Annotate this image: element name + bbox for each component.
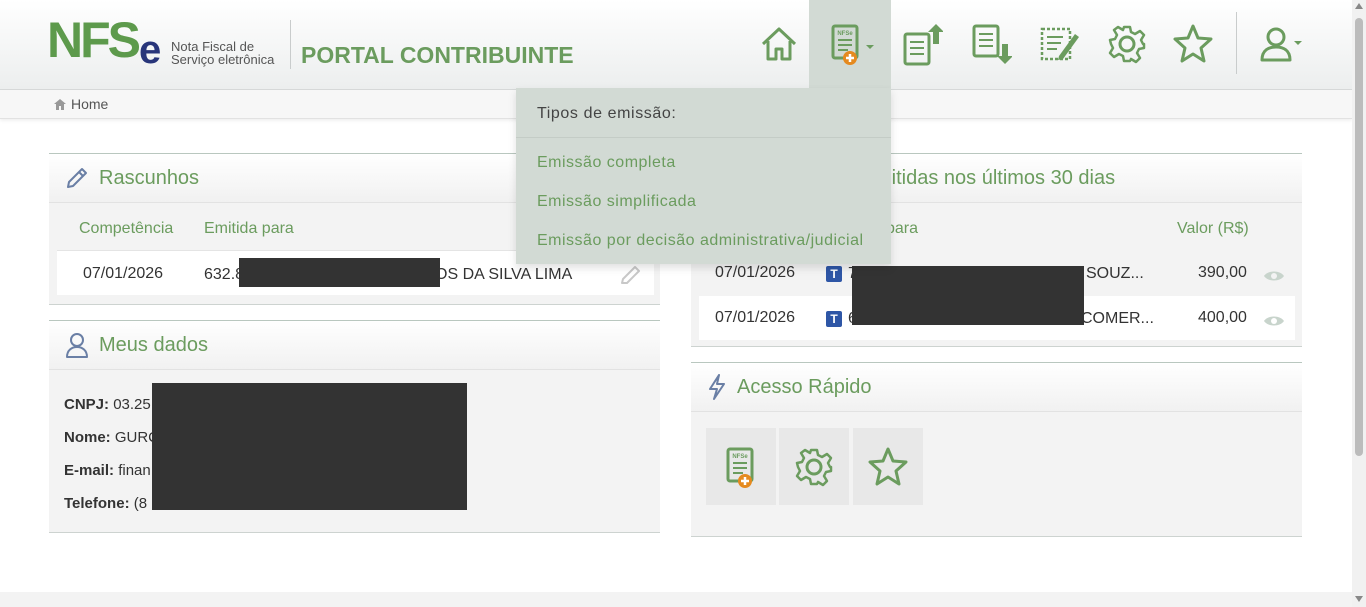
redacted-block <box>152 383 467 510</box>
logo-sub-line2: Serviço eletrônica <box>171 52 275 67</box>
field-telefone-label: Telefone: <box>64 495 130 512</box>
quick-favorites-button[interactable] <box>853 428 923 505</box>
row-suffix: COMER... <box>1081 310 1154 327</box>
dropdown-heading: Tipos de emissão: <box>537 105 677 122</box>
meus-dados-title: Meus dados <box>99 333 208 356</box>
meus-dados-header: Meus dados <box>49 321 660 370</box>
emitidas-title: mitidas nos últimos 30 dias <box>875 166 1116 189</box>
nav-emit-nfse-button[interactable]: NFSe <box>809 0 891 88</box>
type-badge: T <box>826 311 842 327</box>
user-chevron-down-icon <box>1294 41 1302 45</box>
pencil-icon <box>67 168 87 188</box>
col-valor: Valor (R$) <box>1177 220 1249 237</box>
redacted-block <box>239 258 440 287</box>
page-scrollbar[interactable] <box>1352 0 1366 607</box>
field-cnpj: CNPJ: 03.25 <box>64 388 159 421</box>
field-email: E-mail: finan <box>64 454 159 487</box>
star-icon <box>868 447 908 485</box>
quick-settings-button[interactable] <box>779 428 849 505</box>
nav-settings-button[interactable] <box>1097 14 1157 74</box>
row-valor: 400,00 <box>1198 309 1247 326</box>
nav-divider <box>1236 12 1237 74</box>
meus-dados-fields: CNPJ: 03.25 Nome: GURC E-mail: finan Tel… <box>64 388 159 520</box>
acesso-rapido-title: Acesso Rápido <box>737 375 872 398</box>
type-badge: T <box>826 266 842 282</box>
home-icon <box>761 27 797 61</box>
dropdown-divider <box>516 137 891 138</box>
field-nome: Nome: GURC <box>64 421 159 454</box>
redacted-block <box>852 266 1084 325</box>
eye-icon[interactable] <box>1263 269 1285 283</box>
logo-text: NFS <box>47 12 141 68</box>
footer-strip <box>0 592 1352 607</box>
nfse-add-icon: NFSe <box>726 447 754 488</box>
rascunhos-title: Rascunhos <box>99 166 200 189</box>
document-download-icon <box>972 24 1012 64</box>
col-competencia: Competência <box>79 220 174 237</box>
breadcrumb: Home <box>54 96 108 112</box>
nav-home-button[interactable] <box>749 14 809 74</box>
home-small-icon <box>54 98 66 110</box>
quick-emit-nfse-button[interactable]: NFSe <box>706 428 776 505</box>
menu-item-emissao-simplificada[interactable]: Emissão simplificada <box>537 193 696 211</box>
document-upload-icon <box>903 24 943 66</box>
portal-title: PORTAL CONTRIBUINTE <box>301 42 574 68</box>
eye-icon[interactable] <box>1263 314 1285 328</box>
menu-item-emissao-decisao[interactable]: Emissão por decisão administrativa/judic… <box>537 232 864 250</box>
emission-types-dropdown: Tipos de emissão: Emissão completa Emiss… <box>516 88 891 264</box>
field-cnpj-label: CNPJ: <box>64 396 110 413</box>
nav-user-button[interactable] <box>1248 14 1308 74</box>
field-email-label: E-mail: <box>64 462 115 479</box>
document-edit-icon <box>1040 27 1079 61</box>
nav-download-button[interactable] <box>960 14 1020 74</box>
field-nome-label: Nome: <box>64 429 111 446</box>
scroll-thumb[interactable] <box>1355 18 1363 456</box>
scroll-up-arrow-icon[interactable] <box>1355 3 1363 9</box>
lightning-icon <box>709 374 725 400</box>
header-divider <box>290 20 291 69</box>
gear-icon <box>795 448 833 486</box>
star-icon <box>1173 24 1213 63</box>
logo-subtitle: Nota Fiscal de Serviço eletrônica <box>171 40 274 66</box>
row-suffix: SOUZ... <box>1086 265 1144 282</box>
field-email-value: finan <box>118 462 151 479</box>
scroll-down-arrow-icon[interactable] <box>1355 596 1363 602</box>
nav-favorites-button[interactable] <box>1163 14 1223 74</box>
col-emitida-para: Emitida para <box>204 220 294 237</box>
row-emitida-suffix: OS DA SILVA LIMA <box>435 266 573 283</box>
field-cnpj-value: 03.25 <box>113 396 151 413</box>
row-competencia: 07/01/2026 <box>83 265 164 282</box>
gear-icon <box>1108 25 1146 64</box>
breadcrumb-home-link[interactable]: Home <box>71 96 108 112</box>
field-telefone: Telefone: (8 <box>64 487 159 520</box>
nav-edit-button[interactable] <box>1029 14 1089 74</box>
field-telefone-value: (8 <box>133 495 148 512</box>
row-valor: 390,00 <box>1198 264 1247 281</box>
svg-text:NFSe: NFSe <box>837 31 853 37</box>
top-header: NFS e Nota Fiscal de Serviço eletrônica … <box>0 0 1352 90</box>
edit-pencil-icon[interactable] <box>620 265 642 285</box>
row-data: 07/01/2026 <box>715 264 796 281</box>
menu-item-emissao-completa[interactable]: Emissão completa <box>537 154 676 172</box>
row-data: 07/01/2026 <box>715 309 796 326</box>
acesso-rapido-header: Acesso Rápido <box>691 363 1302 412</box>
logo-e: e <box>139 28 162 72</box>
nav-upload-button[interactable] <box>891 14 951 74</box>
user-outline-icon <box>66 333 88 358</box>
svg-text:NFSe: NFSe <box>732 454 748 460</box>
nfse-add-icon: NFSe <box>831 24 859 65</box>
chevron-down-icon <box>866 45 874 49</box>
